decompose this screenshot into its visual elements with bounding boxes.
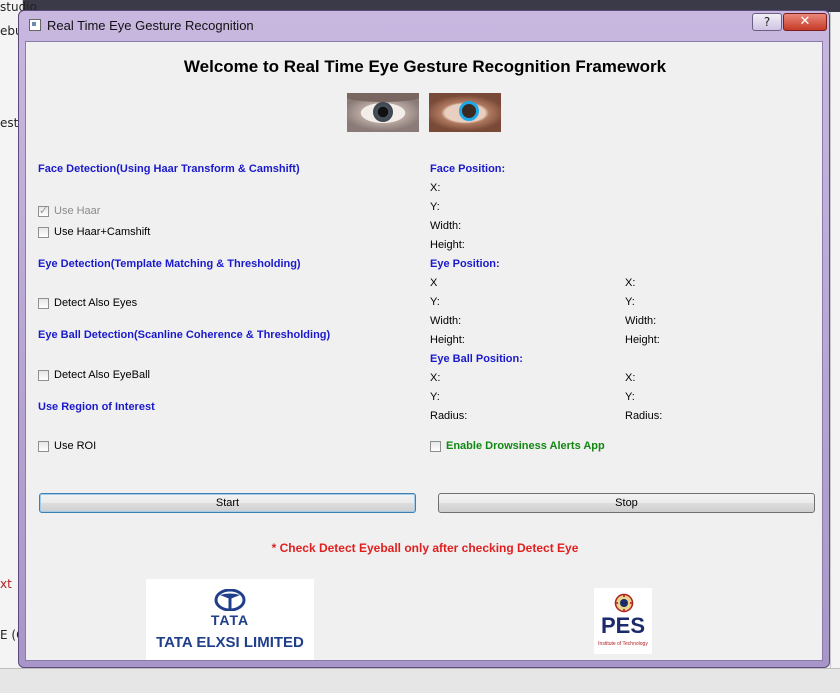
left-eyeball-x-label: X: <box>430 372 441 384</box>
face-detection-heading: Face Detection(Using Haar Transform & Ca… <box>38 163 300 175</box>
tata-wordmark: TATA <box>210 612 250 628</box>
face-position-heading: Face Position: <box>430 163 506 175</box>
tata-emblem-icon <box>214 589 246 611</box>
face-width-label: Width: <box>430 220 462 232</box>
pes-seal-icon <box>614 593 634 613</box>
pes-wordmark: PES <box>600 613 646 638</box>
left-eyeball-radius-label: Radius: <box>430 410 468 422</box>
detect-eyeball-checkbox[interactable]: Detect Also EyeBall <box>38 369 150 381</box>
detected-iris-circle <box>459 101 479 121</box>
detect-eyes-checkbox[interactable]: Detect Also Eyes <box>38 297 137 309</box>
pes-subtitle: Institute of Technology <box>598 641 648 647</box>
background-text-xt: xt <box>0 577 12 591</box>
eye-image <box>347 93 419 132</box>
background-status-area <box>0 668 840 693</box>
eyelid-shape <box>347 93 419 102</box>
dialog-client-area: Welcome to Real Time Eye Gesture Recogni… <box>25 41 823 661</box>
window-app-icon <box>29 19 41 31</box>
eyeball-detection-heading: Eye Ball Detection(Scanline Coherence & … <box>38 329 331 341</box>
left-eyeball-y-label: Y: <box>430 391 440 403</box>
page-title: Welcome to Real Time Eye Gesture Recogni… <box>183 57 667 76</box>
right-eyeball-radius-label: Radius: <box>625 410 663 422</box>
checkbox-box[interactable] <box>38 369 49 381</box>
stop-button[interactable]: Stop <box>438 493 815 513</box>
eyeball-position-heading: Eye Ball Position: <box>430 353 523 365</box>
checkbox-box[interactable] <box>38 297 49 309</box>
checkbox-box[interactable] <box>430 440 441 452</box>
drowsiness-alerts-label: Enable Drowsiness Alerts App <box>446 440 605 452</box>
use-roi-checkbox[interactable]: Use ROI <box>38 440 96 452</box>
tata-elxsi-name: TATA ELXSI LIMITED <box>156 634 304 651</box>
pes-logo: PES Institute of Technology <box>594 588 652 654</box>
dialog-window: Real Time Eye Gesture Recognition ? ✕ We… <box>18 10 830 668</box>
background-scrollbar <box>830 12 840 692</box>
eye-position-heading: Eye Position: <box>430 258 500 270</box>
use-haar-camshift-label: Use Haar+Camshift <box>54 226 151 238</box>
right-eye-height-label: Height: <box>625 334 660 346</box>
right-eyeball-y-label: Y: <box>625 391 635 403</box>
detect-eyeball-label: Detect Also EyeBall <box>54 369 150 381</box>
checkbox-box[interactable] <box>38 440 49 452</box>
checkbox-box[interactable] <box>38 204 49 217</box>
iris-shape <box>373 102 393 122</box>
eyeball-warning-note: * Check Detect Eyeball only after checki… <box>271 541 579 555</box>
eye-detection-heading: Eye Detection(Template Matching & Thresh… <box>38 258 301 270</box>
eyeball-detected-image <box>429 93 501 132</box>
right-eyeball-x-label: X: <box>625 372 636 384</box>
tata-elxsi-logo: TATA TATA ELXSI LIMITED <box>146 579 314 660</box>
roi-heading: Use Region of Interest <box>38 401 155 413</box>
use-roi-label: Use ROI <box>54 440 97 452</box>
right-eye-width-label: Width: <box>625 315 657 327</box>
face-x-label: X: <box>430 182 441 194</box>
window-title: Real Time Eye Gesture Recognition <box>47 18 254 33</box>
use-haar-camshift-checkbox[interactable]: Use Haar+Camshift <box>38 226 150 238</box>
right-eye-x-label: X: <box>625 277 636 289</box>
checkbox-box[interactable] <box>38 226 49 238</box>
use-haar-label: Use Haar <box>54 205 101 217</box>
face-y-label: Y: <box>430 201 440 213</box>
left-eye-y-label: Y: <box>430 296 440 308</box>
drowsiness-alerts-checkbox[interactable]: Enable Drowsiness Alerts App <box>430 440 605 452</box>
help-button[interactable]: ? <box>752 13 782 31</box>
left-eye-width-label: Width: <box>430 315 462 327</box>
start-button[interactable]: Start <box>39 493 416 513</box>
use-haar-checkbox[interactable]: Use Haar <box>38 204 101 217</box>
face-height-label: Height: <box>430 239 465 251</box>
left-eye-x-label: X <box>430 277 438 289</box>
detect-eyes-label: Detect Also Eyes <box>54 297 138 309</box>
left-eye-height-label: Height: <box>430 334 465 346</box>
right-eye-y-label: Y: <box>625 296 635 308</box>
close-button[interactable]: ✕ <box>783 13 827 31</box>
